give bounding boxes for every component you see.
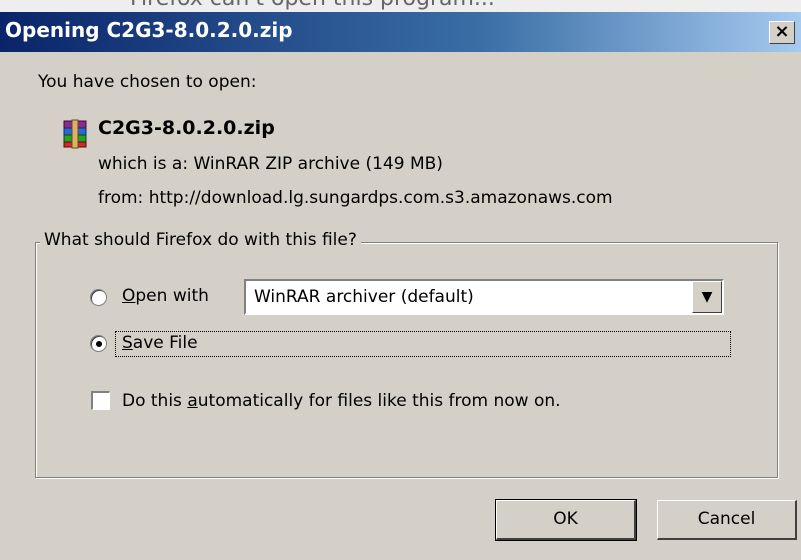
open-with-app-select[interactable]: WinRAR archiver (default) ▼ bbox=[244, 279, 724, 315]
action-group-legend: What should Firefox do with this file? bbox=[40, 230, 361, 250]
open-with-label[interactable]: Open with bbox=[122, 286, 209, 306]
dialog-title: Opening C2G3-8.0.2.0.zip bbox=[5, 18, 293, 42]
file-name: C2G3-8.0.2.0.zip bbox=[98, 117, 275, 139]
save-file-access-key: S bbox=[122, 333, 133, 353]
open-with-label-rest: pen with bbox=[135, 286, 209, 306]
save-file-focus-rect bbox=[115, 331, 731, 357]
save-file-radio[interactable] bbox=[90, 335, 107, 352]
auto-action-label[interactable]: Do this automatically for files like thi… bbox=[122, 391, 561, 411]
save-file-label-rest: ave File bbox=[132, 333, 198, 353]
open-with-access-key: O bbox=[122, 286, 136, 306]
auto-label-pre: Do this bbox=[122, 391, 188, 411]
action-groupbox bbox=[35, 242, 778, 478]
winrar-archive-icon bbox=[63, 119, 87, 149]
dropdown-button[interactable]: ▼ bbox=[692, 281, 722, 313]
background-window-strip: Firefox can't open this program... bbox=[0, 0, 801, 12]
chevron-down-icon: ▼ bbox=[701, 289, 713, 305]
ok-button[interactable]: OK bbox=[495, 499, 637, 541]
open-with-app-value: WinRAR archiver (default) bbox=[254, 287, 474, 307]
file-type-line: which is a: WinRAR ZIP archive (149 MB) bbox=[98, 154, 443, 174]
auto-access-key: a bbox=[187, 391, 198, 411]
save-file-label[interactable]: Save File bbox=[122, 333, 198, 353]
dialog-titlebar[interactable]: Opening C2G3-8.0.2.0.zip × bbox=[0, 12, 801, 52]
file-source-line: from: http://download.lg.sungardps.com.s… bbox=[98, 188, 613, 208]
background-caption: Firefox can't open this program... bbox=[130, 0, 495, 11]
auto-action-checkbox[interactable] bbox=[91, 391, 110, 410]
radio-selected-dot bbox=[96, 341, 102, 347]
intro-label: You have chosen to open: bbox=[38, 72, 257, 92]
auto-label-post: utomatically for files like this from no… bbox=[197, 391, 561, 411]
close-button[interactable]: × bbox=[769, 21, 795, 44]
cancel-button[interactable]: Cancel bbox=[657, 500, 797, 540]
close-icon: × bbox=[774, 21, 790, 42]
open-with-radio[interactable] bbox=[90, 289, 107, 306]
